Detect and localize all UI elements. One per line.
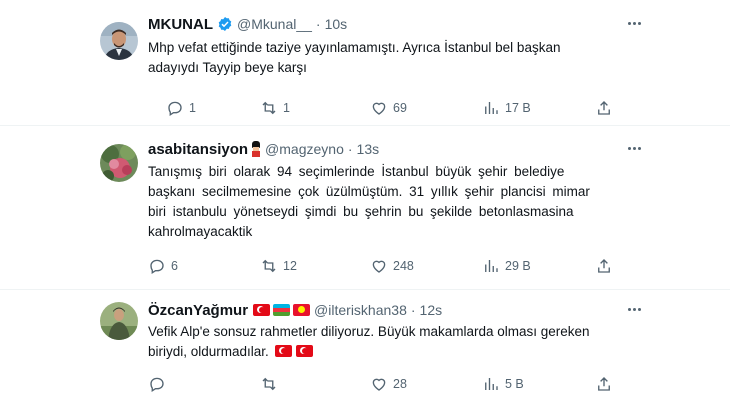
reply-icon [168, 101, 182, 116]
more-options-icon[interactable] [628, 147, 641, 150]
tweet-text-line: biri istanbulu yönetseydi şimdi bu şehri… [148, 204, 574, 219]
like-button[interactable]: 248 [370, 255, 414, 277]
share-button[interactable] [595, 97, 618, 119]
user-handle[interactable]: @ilteriskhan38 [314, 302, 407, 318]
tweet-actions: 1 1 69 17 B [140, 97, 640, 119]
tweet-header: asabitansiyon @magzeyno · 13s [148, 139, 379, 159]
like-count: 69 [393, 101, 407, 115]
display-name[interactable]: ÖzcanYağmur [148, 302, 248, 319]
more-options-icon[interactable] [628, 22, 641, 25]
tweet-text-fragment: biriydi, oldurmadılar. [148, 344, 269, 359]
retweet-count: 1 [283, 101, 290, 115]
like-count: 28 [393, 377, 407, 391]
display-name[interactable]: asabitansiyon [148, 141, 248, 158]
tweet-text-line: Vefik Alp'e sonsuz rahmetler diliyoruz. … [148, 324, 590, 339]
reply-button[interactable]: 1 [166, 97, 196, 119]
share-icon [598, 377, 610, 391]
views-button[interactable]: 17 B [482, 97, 531, 119]
more-options-icon[interactable] [628, 308, 641, 311]
tweet-timestamp[interactable]: 13s [357, 141, 380, 157]
kyrgyzstan-flag-icon [293, 304, 311, 316]
guardsman-emoji-icon [251, 141, 261, 157]
tweet-text: Tanışmış biri olarak 94 seçimlerinde İst… [148, 162, 638, 242]
display-name[interactable]: MKUNAL [148, 16, 213, 33]
tweet-text-line: Mhp vefat ettiğinde taziye yayınlamamışt… [148, 40, 561, 55]
views-button[interactable]: 29 B [482, 255, 531, 277]
heart-icon [372, 378, 386, 391]
turkey-flag-icon [253, 304, 271, 316]
retweet-button[interactable] [260, 373, 283, 395]
turkey-flag-icon [274, 345, 292, 357]
retweet-icon [262, 377, 276, 391]
views-count: 5 B [505, 377, 524, 391]
views-button[interactable]: 5 B [482, 373, 524, 395]
heart-icon [372, 102, 386, 115]
avatar[interactable] [100, 22, 138, 60]
tweet-actions: 6 12 248 29 B [140, 255, 640, 277]
retweet-icon [262, 101, 276, 115]
separator-dot: · [315, 16, 321, 32]
share-button[interactable] [595, 373, 618, 395]
share-icon [598, 259, 610, 273]
tweet-text-line: biriydi, oldurmadılar. [148, 342, 638, 362]
separator-dot: · [347, 141, 353, 157]
retweet-icon [262, 259, 276, 273]
tweet-mkunal[interactable]: MKUNAL @Mkunal__ · 10s Mhp vefat ettiğin… [0, 0, 730, 126]
reply-button[interactable] [148, 373, 171, 395]
like-count: 248 [393, 259, 414, 273]
reply-count: 6 [171, 259, 178, 273]
tweet-ozcanyagmur[interactable]: ÖzcanYağmur @ilteriskhan38 · 12s Vefik A… [0, 290, 730, 420]
like-button[interactable]: 28 [370, 373, 407, 395]
tweet-text-line: kahrolmayacaktik [148, 224, 253, 239]
tweet-header: MKUNAL @Mkunal__ · 10s [148, 14, 347, 34]
avatar[interactable] [100, 302, 138, 340]
reply-button[interactable]: 6 [148, 255, 178, 277]
retweet-count: 12 [283, 259, 297, 273]
reply-icon [150, 259, 164, 274]
azerbaijan-flag-icon [273, 304, 291, 316]
tweet-text-line: Tanışmış biri olarak 94 seçimlerinde İst… [148, 164, 565, 179]
heart-icon [372, 260, 386, 273]
like-button[interactable]: 69 [370, 97, 407, 119]
views-chart-icon [485, 378, 498, 390]
user-handle[interactable]: @Mkunal__ [237, 16, 312, 32]
tweet-actions: 28 5 B [140, 373, 640, 395]
views-chart-icon [485, 260, 498, 272]
reply-icon [150, 377, 164, 392]
tweet-header: ÖzcanYağmur @ilteriskhan38 · 12s [148, 300, 442, 320]
tweet-timestamp[interactable]: 12s [420, 302, 443, 318]
tweet-timestamp[interactable]: 10s [325, 16, 348, 32]
user-handle[interactable]: @magzeyno [265, 141, 344, 157]
tweet-text-line: adayıydı Tayyip beye karşı [148, 60, 307, 75]
views-chart-icon [485, 102, 498, 114]
share-button[interactable] [595, 255, 618, 277]
share-icon [598, 101, 610, 115]
reply-count: 1 [189, 101, 196, 115]
views-count: 17 B [505, 101, 531, 115]
tweet-text: Mhp vefat ettiğinde taziye yayınlamamışt… [148, 38, 638, 78]
tweet-asabitansiyon[interactable]: asabitansiyon @magzeyno · 13s Tanışmış b… [0, 126, 730, 290]
views-count: 29 B [505, 259, 531, 273]
tweet-feed: MKUNAL @Mkunal__ · 10s Mhp vefat ettiğin… [0, 0, 730, 420]
turkey-flag-icon [295, 345, 313, 357]
tweet-text-line: başkanı secilmemesine çok üzülmüştüm. 31… [148, 184, 590, 199]
separator-dot: · [410, 302, 416, 318]
retweet-button[interactable]: 1 [260, 97, 290, 119]
retweet-button[interactable]: 12 [260, 255, 297, 277]
verified-badge-icon [218, 17, 232, 31]
avatar[interactable] [100, 144, 138, 182]
tweet-text: Vefik Alp'e sonsuz rahmetler diliyoruz. … [148, 322, 638, 362]
